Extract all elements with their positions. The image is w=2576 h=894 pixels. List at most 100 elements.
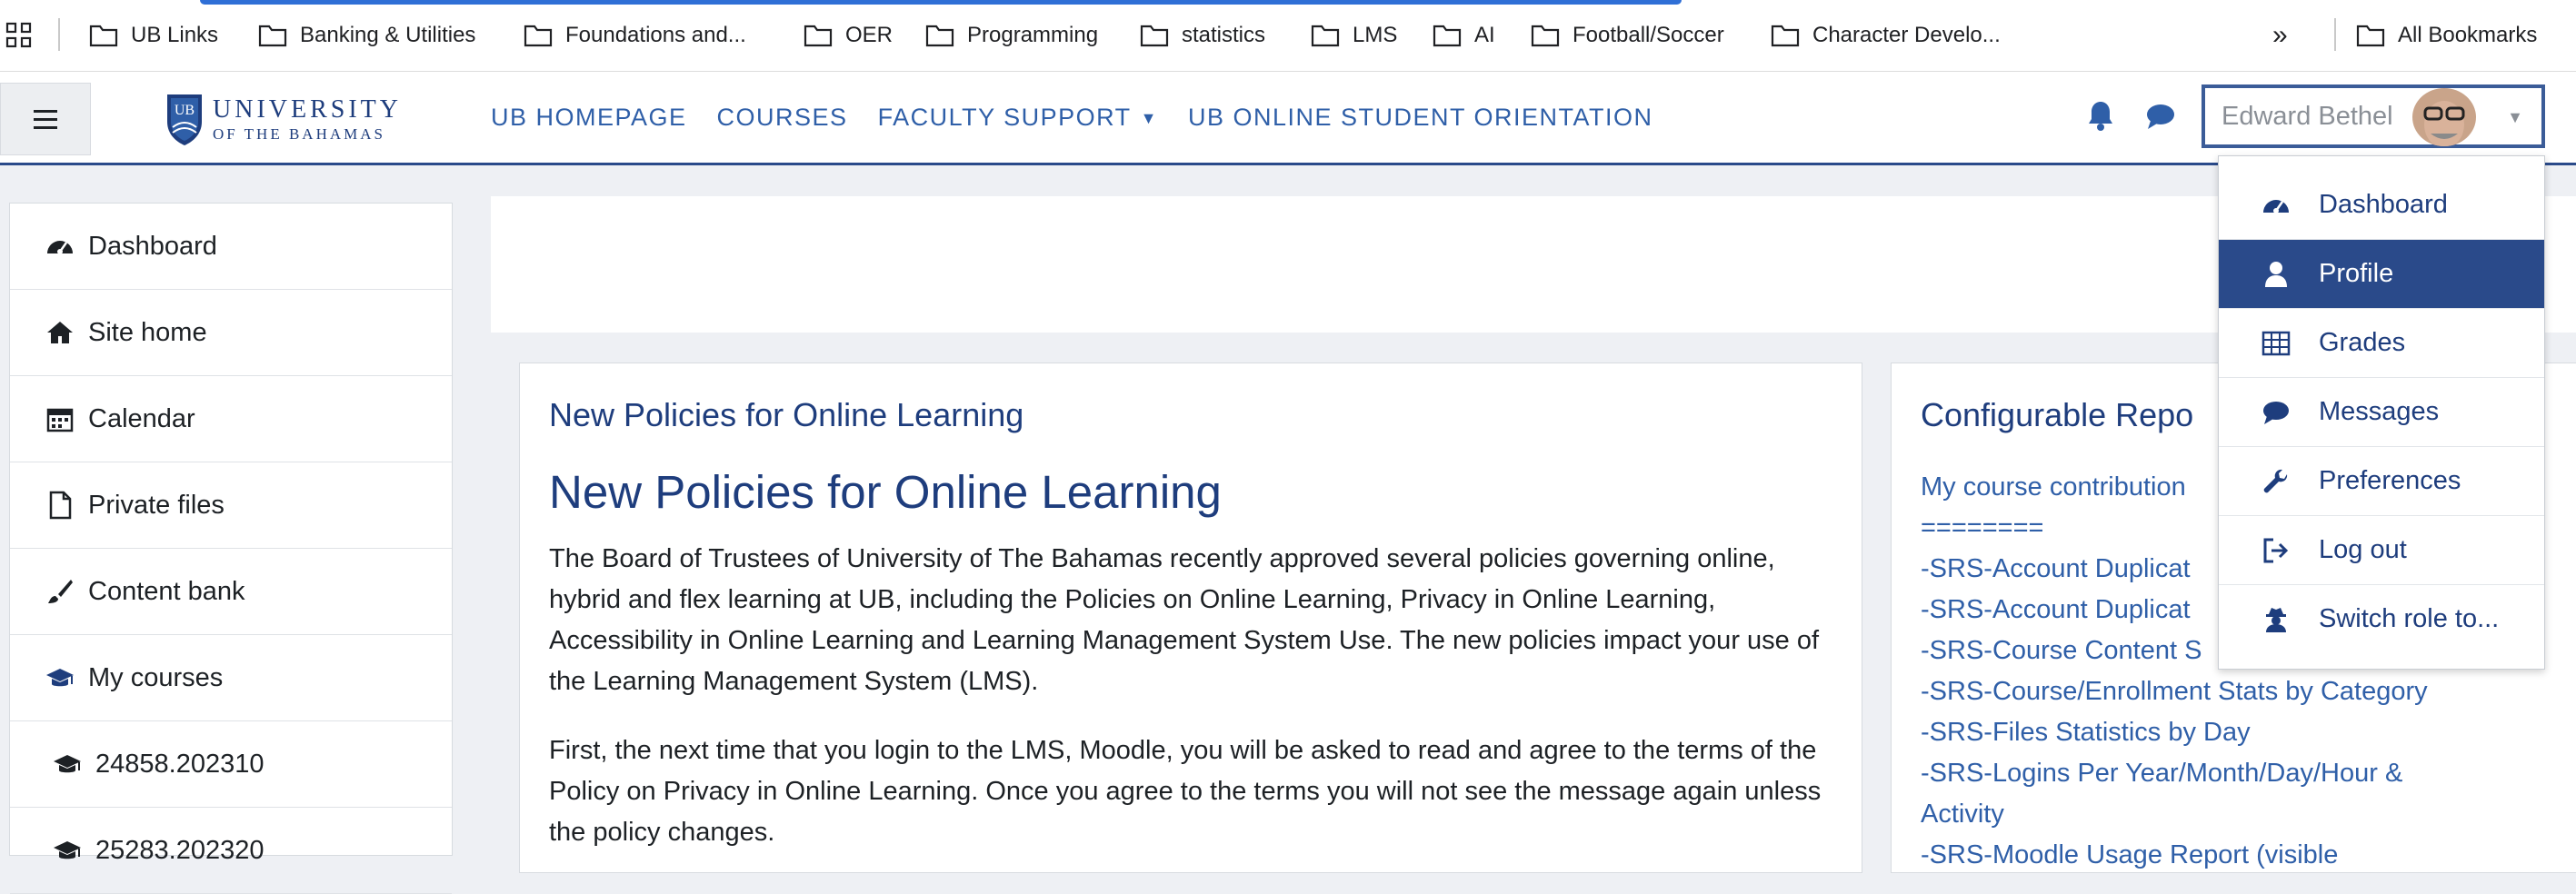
drawer-item-label: Private files	[88, 490, 225, 520]
drawer-item-private-files[interactable]: Private files	[10, 462, 452, 549]
bookmark-label: Character Develo...	[1812, 23, 2001, 47]
bookmark-label: Programming	[967, 23, 1099, 47]
drawer-item-site-home[interactable]: Site home	[10, 290, 452, 376]
university-logo[interactable]: UB UNIVERSITY OF THE BAHAMAS	[164, 90, 402, 148]
nav-student-orientation[interactable]: UB ONLINE STUDENT ORIENTATION	[1188, 104, 1653, 132]
policies-block: New Policies for Online Learning New Pol…	[519, 363, 1862, 873]
menu-item-messages[interactable]: Messages	[2219, 378, 2544, 447]
report-link[interactable]: -SRS-Moodle Usage Report (visible	[1921, 835, 2338, 876]
policy-paragraph: First, the next time that you login to t…	[549, 736, 1822, 847]
report-link[interactable]: -SRS-Logins Per Year/Month/Day/Hour &	[1921, 753, 2402, 794]
bookmark-folder[interactable]: Foundations and...	[524, 16, 746, 55]
bookmarks-overflow-button[interactable]: »	[2272, 20, 2288, 51]
folder-icon	[1311, 25, 1340, 47]
bookmark-label: LMS	[1353, 23, 1398, 47]
bookmark-label: Football/Soccer	[1573, 23, 1724, 47]
folder-icon	[1531, 25, 1560, 47]
bookmark-label: UB Links	[131, 23, 219, 47]
bell-icon[interactable]	[2087, 100, 2114, 131]
all-bookmarks-label: All Bookmarks	[2398, 23, 2538, 47]
table-icon	[2261, 328, 2291, 359]
report-link[interactable]: -SRS-Account Duplicat	[1921, 549, 2191, 590]
bookmark-folder[interactable]: Football/Soccer	[1531, 16, 1724, 55]
bookmarks-separator	[58, 18, 60, 51]
menu-item-profile[interactable]: Profile	[2219, 240, 2544, 309]
drawer-item-course[interactable]: 24858.202310	[10, 721, 452, 808]
menu-item-dashboard[interactable]: Dashboard	[2219, 171, 2544, 240]
bookmark-folder[interactable]: statistics	[1140, 16, 1265, 55]
bookmark-folder[interactable]: Programming	[925, 16, 1098, 55]
avatar	[2412, 88, 2476, 146]
bookmark-folder[interactable]: AI	[1433, 16, 1495, 55]
calendar-icon	[45, 403, 75, 434]
caret-down-icon: ▼	[1140, 108, 1158, 127]
bookmarks-separator	[2334, 18, 2336, 51]
sign-out-icon	[2261, 535, 2291, 566]
nav-courses[interactable]: COURSES	[717, 104, 848, 132]
logo-emblem-text: UB	[175, 103, 195, 118]
drawer-item-label: 25283.202320	[95, 835, 265, 865]
report-divider: ========	[1921, 513, 2044, 542]
paintbrush-icon	[45, 576, 75, 607]
bookmark-label: OER	[845, 23, 894, 47]
report-link[interactable]: -SRS-Course Content S	[1921, 631, 2202, 671]
drawer-item-calendar[interactable]: Calendar	[10, 376, 452, 462]
folder-icon	[1140, 25, 1169, 47]
bookmark-folder[interactable]: Character Develo...	[1771, 16, 2001, 55]
all-bookmarks-button[interactable]: All Bookmarks	[2356, 16, 2537, 55]
block-title: Configurable Repo	[1921, 396, 2194, 433]
wrench-icon	[2261, 466, 2291, 497]
bookmark-label: statistics	[1182, 23, 1266, 47]
folder-icon	[524, 25, 553, 47]
menu-item-grades[interactable]: Grades	[2219, 309, 2544, 378]
folder-icon	[258, 25, 287, 47]
user-icon	[2261, 259, 2291, 290]
tab-highlight	[200, 0, 1682, 5]
drawer-item-dashboard[interactable]: Dashboard	[10, 204, 452, 290]
chat-icon[interactable]	[2145, 102, 2176, 131]
menu-item-switch-role[interactable]: Switch role to...	[2219, 585, 2544, 653]
menu-item-logout[interactable]: Log out	[2219, 516, 2544, 585]
drawer-item-label: Content bank	[88, 576, 245, 606]
drawer-item-my-courses[interactable]: My courses	[10, 635, 452, 721]
folder-icon	[2356, 25, 2385, 47]
bookmark-folder[interactable]: Banking & Utilities	[258, 16, 475, 55]
folder-icon	[804, 25, 833, 47]
report-link[interactable]: My course contribution	[1921, 467, 2186, 508]
menu-item-label: Messages	[2319, 397, 2440, 426]
comment-icon	[2261, 397, 2291, 428]
user-dropdown-menu: Dashboard Profile Grades Messages Prefer…	[2218, 155, 2545, 670]
logo-line1: UNIVERSITY	[213, 94, 402, 124]
report-link[interactable]: -SRS-Course/Enrollment Stats by Category	[1921, 671, 2428, 712]
bookmark-label: Banking & Utilities	[300, 23, 476, 47]
drawer-item-label: 24858.202310	[95, 749, 265, 779]
drawer-item-label: Dashboard	[88, 231, 217, 261]
user-menu-toggle[interactable]: Edward Bethel ▼	[2202, 84, 2545, 148]
bookmark-folder[interactable]: UB Links	[89, 16, 218, 55]
nav-faculty-support[interactable]: FACULTY SUPPORT ▼	[878, 104, 1158, 132]
user-name: Edward Bethel	[2222, 101, 2393, 131]
menu-item-label: Dashboard	[2319, 190, 2448, 219]
menu-item-label: Grades	[2319, 328, 2406, 357]
page-title: New Policies for Online Learning	[549, 466, 1222, 518]
menu-item-preferences[interactable]: Preferences	[2219, 447, 2544, 516]
dashboard-icon	[2261, 190, 2291, 221]
bookmarks-bar: UB Links Banking & Utilities Foundations…	[0, 0, 2576, 72]
primary-nav: UB HOMEPAGE COURSES FACULTY SUPPORT ▼ UB …	[491, 72, 1683, 163]
logo-line2: OF THE BAHAMAS	[213, 124, 385, 143]
drawer-item-course[interactable]: 25283.202320	[10, 808, 452, 894]
menu-item-label: Profile	[2319, 259, 2394, 288]
bookmark-folder[interactable]: LMS	[1311, 16, 1397, 55]
bookmark-label: Foundations and...	[565, 23, 746, 47]
menu-item-label: Preferences	[2319, 466, 2461, 495]
drawer-item-content-bank[interactable]: Content bank	[10, 549, 452, 635]
drawer-toggle-button[interactable]	[0, 83, 91, 155]
nav-ub-homepage[interactable]: UB HOMEPAGE	[491, 104, 687, 132]
file-icon	[45, 490, 75, 521]
report-link[interactable]: -SRS-Account Duplicat	[1921, 590, 2191, 631]
bookmark-folder[interactable]: OER	[804, 16, 893, 55]
report-link-continued[interactable]: Activity	[1921, 794, 2004, 835]
report-link[interactable]: -SRS-Files Statistics by Day	[1921, 712, 2251, 753]
graduation-cap-icon	[52, 749, 83, 780]
apps-grid-icon[interactable]	[5, 22, 33, 49]
